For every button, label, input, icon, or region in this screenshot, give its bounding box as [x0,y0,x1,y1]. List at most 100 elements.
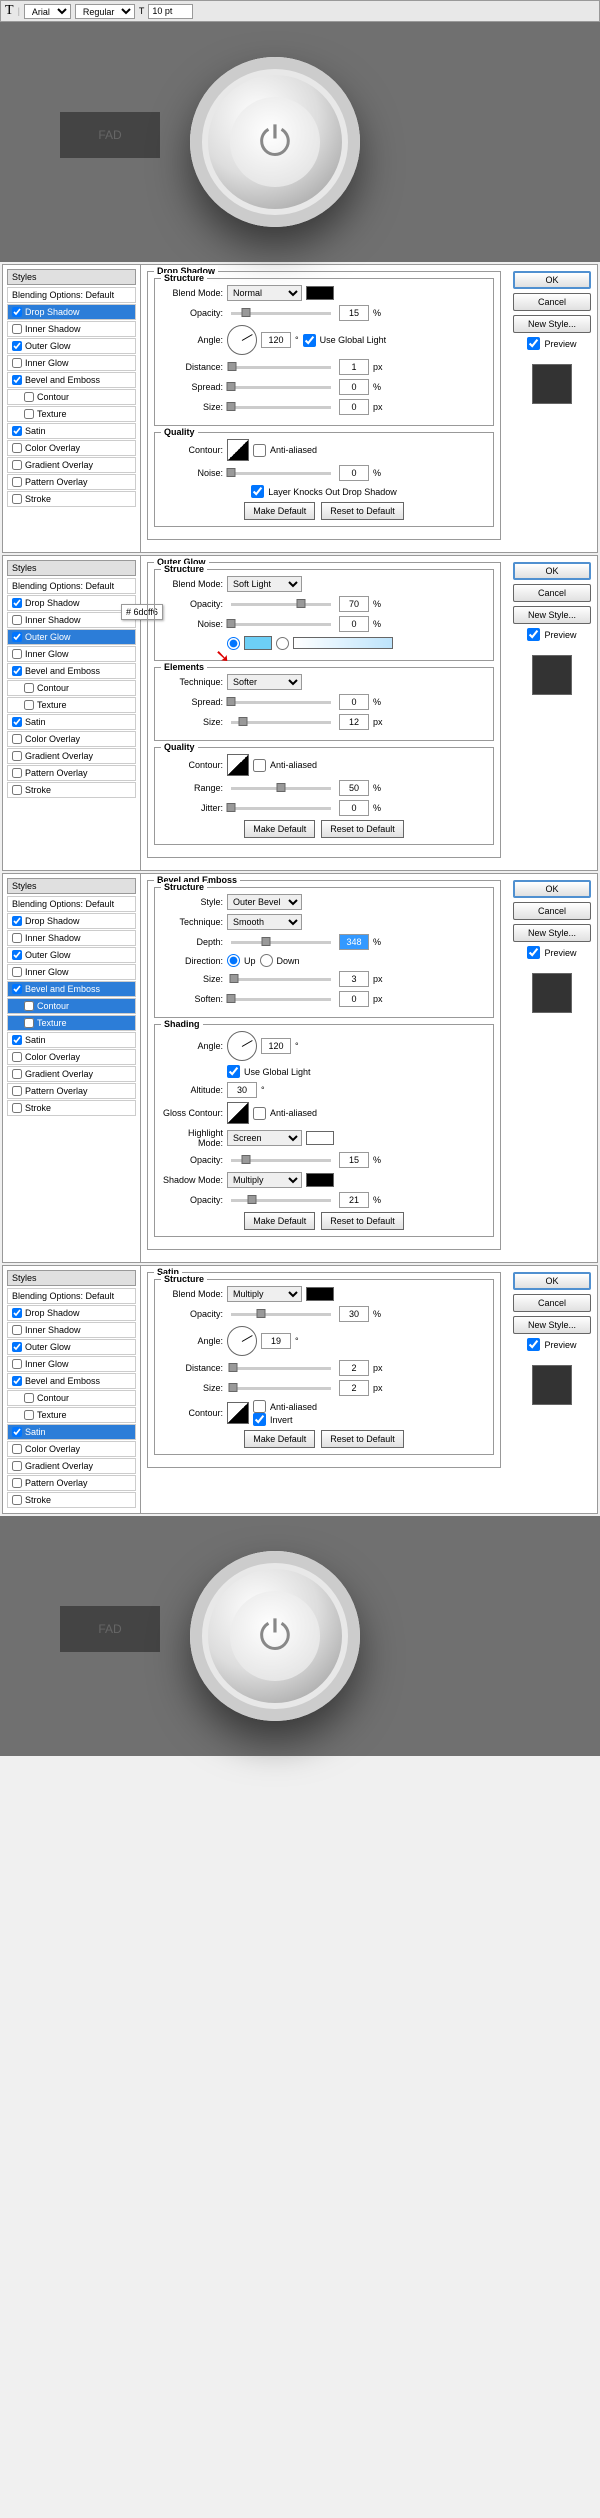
bevel-check[interactable] [12,666,22,676]
reset-default-button[interactable]: Reset to Default [321,820,404,838]
font-weight-select[interactable]: Regular [75,4,135,19]
satin-color-swatch[interactable] [306,1287,334,1301]
jitter-input[interactable] [339,800,369,816]
style-gradient-overlay[interactable]: Gradient Overlay [7,457,136,473]
style-outer-glow[interactable]: Outer Glow [7,629,136,645]
blending-options-item[interactable]: Blending Options: Default [7,287,136,303]
color-overlay-check[interactable] [12,443,22,453]
gradient-radio[interactable] [276,637,289,650]
sh-opacity-slider[interactable] [231,1199,331,1202]
opacity-input[interactable] [339,596,369,612]
texture-check[interactable] [24,1018,34,1028]
reset-default-button[interactable]: Reset to Default [321,1212,404,1230]
style-stroke[interactable]: Stroke [7,1492,136,1508]
size-slider[interactable] [231,978,331,981]
pattern-overlay-check[interactable] [12,477,22,487]
style-texture[interactable]: Texture [7,1407,136,1423]
blend-mode-select[interactable]: Normal [227,285,302,301]
pattern-overlay-check[interactable] [12,1478,22,1488]
bevel-check[interactable] [12,375,22,385]
style-contour[interactable]: Contour [7,680,136,696]
blending-options-item[interactable]: Blending Options: Default [7,896,136,912]
drop-shadow-check[interactable] [12,307,22,317]
style-contour[interactable]: Contour [7,1390,136,1406]
spread-slider[interactable] [231,701,331,704]
style-texture[interactable]: Texture [7,406,136,422]
inner-shadow-check[interactable] [12,933,22,943]
shadow-color-swatch[interactable] [306,1173,334,1187]
new-style-button[interactable]: New Style... [513,924,591,942]
preview-check[interactable] [527,1338,540,1351]
preview-check[interactable] [527,946,540,959]
reset-default-button[interactable]: Reset to Default [321,1430,404,1448]
color-overlay-check[interactable] [12,1052,22,1062]
styles-header[interactable]: Styles [7,1270,136,1286]
blend-mode-select[interactable]: Multiply [227,1286,302,1302]
new-style-button[interactable]: New Style... [513,1316,591,1334]
noise-slider[interactable] [231,472,331,475]
styles-header[interactable]: Styles [7,878,136,894]
style-outer-glow[interactable]: Outer Glow [7,947,136,963]
style-pattern-overlay[interactable]: Pattern Overlay [7,1475,136,1491]
pattern-overlay-check[interactable] [12,768,22,778]
distance-input[interactable] [339,1360,369,1376]
style-inner-glow[interactable]: Inner Glow [7,964,136,980]
style-drop-shadow[interactable]: Drop Shadow [7,1305,136,1321]
reset-default-button[interactable]: Reset to Default [321,502,404,520]
style-stroke[interactable]: Stroke [7,491,136,507]
style-pattern-overlay[interactable]: Pattern Overlay [7,1083,136,1099]
altitude-input[interactable] [227,1082,257,1098]
font-size-input[interactable] [148,4,193,19]
opacity-input[interactable] [339,1306,369,1322]
style-color-overlay[interactable]: Color Overlay [7,440,136,456]
style-texture[interactable]: Texture [7,697,136,713]
blend-mode-select[interactable]: Soft Light [227,576,302,592]
size-input[interactable] [339,714,369,730]
blending-options-item[interactable]: Blending Options: Default [7,578,136,594]
ok-button[interactable]: OK [513,271,591,289]
new-style-button[interactable]: New Style... [513,315,591,333]
bevel-technique-select[interactable]: Smooth [227,914,302,930]
style-drop-shadow[interactable]: Drop Shadow [7,595,136,611]
color-overlay-check[interactable] [12,734,22,744]
stroke-check[interactable] [12,1495,22,1505]
style-outer-glow[interactable]: Outer Glow [7,1339,136,1355]
size-slider[interactable] [231,406,331,409]
size-slider[interactable] [231,1387,331,1390]
cancel-button[interactable]: Cancel [513,293,591,311]
gradient-overlay-check[interactable] [12,1069,22,1079]
shadow-mode-select[interactable]: Multiply [227,1172,302,1188]
size-input[interactable] [339,1380,369,1396]
contour-check[interactable] [24,683,34,693]
ok-button[interactable]: OK [513,562,591,580]
style-gradient-overlay[interactable]: Gradient Overlay [7,1066,136,1082]
technique-select[interactable]: Softer [227,674,302,690]
style-inner-shadow[interactable]: Inner Shadow [7,321,136,337]
range-input[interactable] [339,780,369,796]
hl-opacity-slider[interactable] [231,1159,331,1162]
anti-aliased-check[interactable] [253,759,266,772]
stroke-check[interactable] [12,1103,22,1113]
distance-input[interactable] [339,359,369,375]
cancel-button[interactable]: Cancel [513,584,591,602]
invert-check[interactable] [253,1413,266,1426]
contour-check[interactable] [24,392,34,402]
contour-preset[interactable] [227,439,249,461]
satin-check[interactable] [12,426,22,436]
size-input[interactable] [339,399,369,415]
direction-down-radio[interactable] [260,954,273,967]
opacity-slider[interactable] [231,1313,331,1316]
satin-check[interactable] [12,1035,22,1045]
texture-check[interactable] [24,409,34,419]
stroke-check[interactable] [12,785,22,795]
drop-shadow-check[interactable] [12,916,22,926]
style-contour[interactable]: Contour [7,998,136,1014]
style-color-overlay[interactable]: Color Overlay [7,1441,136,1457]
highlight-mode-select[interactable]: Screen [227,1130,302,1146]
angle-input[interactable] [261,1333,291,1349]
jitter-slider[interactable] [231,807,331,810]
style-satin[interactable]: Satin [7,1032,136,1048]
new-style-button[interactable]: New Style... [513,606,591,624]
outer-glow-check[interactable] [12,341,22,351]
depth-input[interactable] [339,934,369,950]
